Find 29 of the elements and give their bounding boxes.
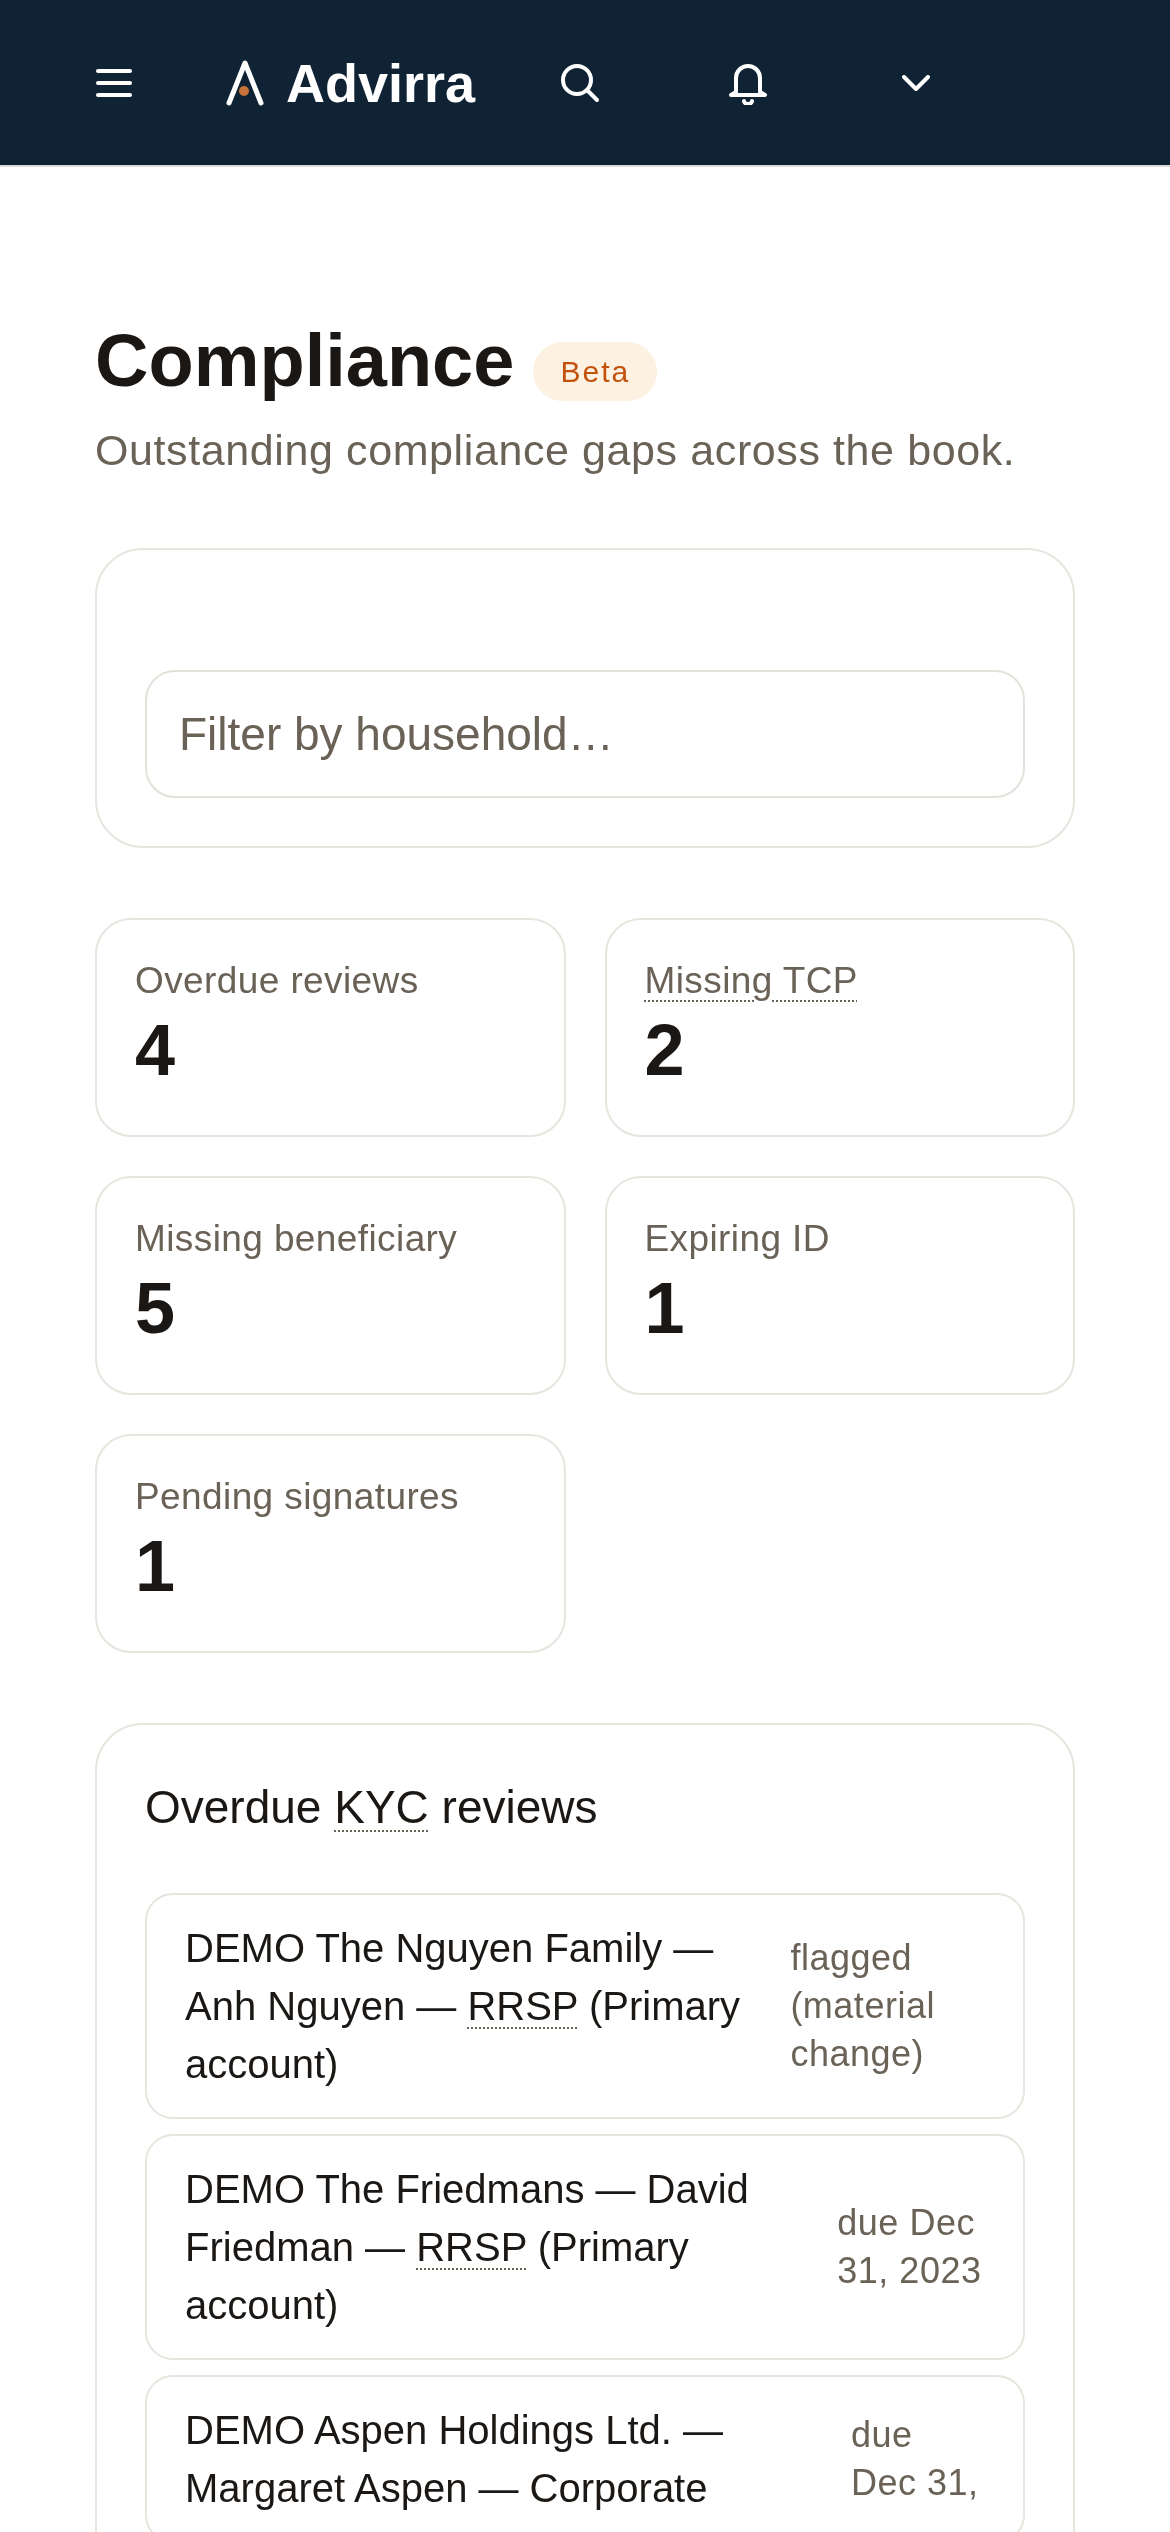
stat-value: 4 <box>135 1013 176 1086</box>
menu-icon <box>96 67 132 98</box>
filter-field[interactable]: Filter by household… <box>145 669 1025 798</box>
stat-label: Overdue reviews <box>135 958 419 1003</box>
page-subtitle: Outstanding compliance gaps across the book. <box>95 424 1017 476</box>
chevron-down-icon <box>902 74 931 91</box>
stat-value: 2 <box>644 1013 685 1086</box>
search-icon <box>560 62 601 103</box>
stat-label: Missing TCP <box>644 958 858 1003</box>
page-title: Compliance <box>95 318 515 404</box>
review-item[interactable]: DEMO The Nguyen Family — Anh Nguyen — RRSP (Primary account) flagged (material change) <box>145 1892 1025 2119</box>
review-status: flagged (material change) <box>790 1935 936 2076</box>
stat-value: 1 <box>135 1529 176 1602</box>
label-badge: Beta <box>533 341 658 401</box>
stat-label: Expiring ID <box>644 1216 830 1261</box>
review-title: DEMO The Friedmans — David Friedman — RRSP (Primary account) <box>185 2165 750 2329</box>
review-status: due Dec 31, 2023 <box>837 2200 983 2293</box>
stat-value: 5 <box>135 1271 176 1344</box>
logo-icon <box>226 59 264 106</box>
review-item[interactable]: DEMO The Friedmans — David Friedman — RRSP (Primary account) due Dec 31, 2023 <box>145 2133 1025 2360</box>
stat-label: Pending signatures <box>135 1474 459 1519</box>
review-title: DEMO Aspen Holdings Ltd. — Margaret Aspen — Corporate <box>185 2406 725 2512</box>
review-title: DEMO The Nguyen Family — Anh Nguyen — RRSP (Primary account) <box>185 1924 742 2088</box>
stat-value: 1 <box>644 1271 685 1344</box>
stat-label: Missing beneficiary <box>135 1216 458 1261</box>
section-heading: Overdue KYC reviews <box>145 1779 599 1835</box>
brand-name: Advirra <box>286 55 476 110</box>
review-status: due Dec 31, <box>851 2412 980 2505</box>
review-item[interactable]: DEMO Aspen Holdings Ltd. — Margaret Aspen — Corporate due Dec 31, <box>145 2374 1025 2532</box>
